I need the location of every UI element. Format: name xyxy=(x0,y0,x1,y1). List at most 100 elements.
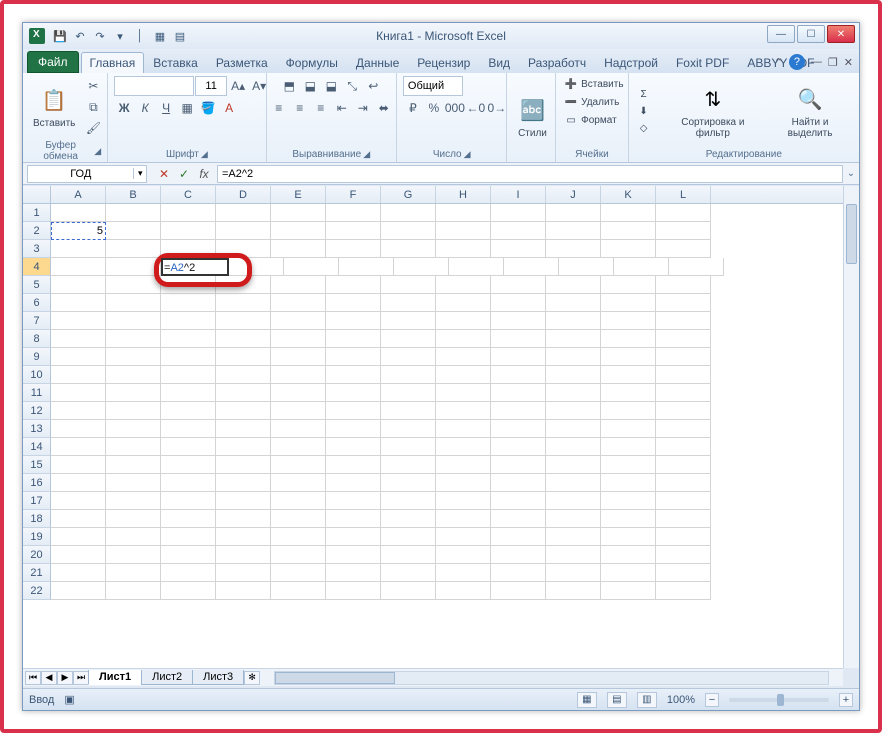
cell[interactable] xyxy=(106,546,161,564)
cell[interactable] xyxy=(601,384,656,402)
cell[interactable] xyxy=(436,240,491,258)
cell[interactable] xyxy=(161,348,216,366)
cell[interactable] xyxy=(271,222,326,240)
cell[interactable] xyxy=(106,402,161,420)
maximize-button[interactable]: ☐ xyxy=(797,25,825,43)
cell[interactable] xyxy=(271,294,326,312)
column-header[interactable]: B xyxy=(106,186,161,203)
macro-record-icon[interactable]: ▣ xyxy=(64,693,74,706)
cell[interactable] xyxy=(326,456,381,474)
cell[interactable] xyxy=(326,492,381,510)
cell[interactable] xyxy=(106,564,161,582)
row-header[interactable]: 17 xyxy=(23,492,51,510)
cell[interactable] xyxy=(381,222,436,240)
cell[interactable] xyxy=(601,402,656,420)
cell[interactable] xyxy=(51,582,106,600)
name-box[interactable]: ▾ xyxy=(27,165,147,183)
cell[interactable] xyxy=(656,474,711,492)
cell[interactable] xyxy=(106,474,161,492)
cell[interactable] xyxy=(436,510,491,528)
cell[interactable] xyxy=(546,492,601,510)
cell[interactable] xyxy=(491,456,546,474)
cell[interactable] xyxy=(546,366,601,384)
cell[interactable] xyxy=(656,240,711,258)
cell[interactable] xyxy=(436,294,491,312)
tab-formulas[interactable]: Формулы xyxy=(277,52,347,73)
column-header[interactable]: E xyxy=(271,186,326,203)
cell[interactable] xyxy=(436,438,491,456)
cell[interactable] xyxy=(601,528,656,546)
fx-icon[interactable]: fx xyxy=(195,165,213,183)
cell[interactable] xyxy=(271,402,326,420)
paste-button[interactable]: 📋 Вставить xyxy=(29,84,79,131)
cell[interactable] xyxy=(491,240,546,258)
borders-icon[interactable]: ▦ xyxy=(177,98,197,118)
cell[interactable] xyxy=(491,222,546,240)
cell[interactable] xyxy=(546,420,601,438)
cell[interactable] xyxy=(656,384,711,402)
cell[interactable] xyxy=(216,420,271,438)
cell[interactable] xyxy=(51,510,106,528)
mdi-restore-icon[interactable]: ❐ xyxy=(828,56,838,69)
cell[interactable] xyxy=(161,276,216,294)
cell[interactable] xyxy=(436,384,491,402)
mdi-close-icon[interactable]: ✕ xyxy=(844,56,853,69)
cell[interactable] xyxy=(326,546,381,564)
cell[interactable] xyxy=(381,366,436,384)
fill-color-icon[interactable]: 🪣 xyxy=(198,98,218,118)
cell[interactable] xyxy=(491,330,546,348)
cell[interactable] xyxy=(656,402,711,420)
cell[interactable] xyxy=(106,384,161,402)
cell[interactable] xyxy=(106,204,161,222)
cell[interactable] xyxy=(271,312,326,330)
redo-icon[interactable]: ↷ xyxy=(91,27,109,45)
cell[interactable] xyxy=(601,330,656,348)
cell[interactable] xyxy=(106,438,161,456)
cell[interactable] xyxy=(504,258,559,276)
align-middle-icon[interactable]: ⬓ xyxy=(300,76,320,96)
cell[interactable] xyxy=(449,258,504,276)
cell[interactable] xyxy=(216,366,271,384)
sheet-nav-prev-icon[interactable]: ◀ xyxy=(41,671,57,685)
cell[interactable] xyxy=(51,438,106,456)
cell[interactable] xyxy=(601,438,656,456)
cell[interactable] xyxy=(491,312,546,330)
tab-addins[interactable]: Надстрой xyxy=(595,52,667,73)
delete-cells-button[interactable]: ➖Удалить xyxy=(562,94,621,110)
cell[interactable] xyxy=(656,492,711,510)
number-format-dropdown[interactable]: Общий xyxy=(403,76,463,96)
cell[interactable] xyxy=(601,546,656,564)
cell[interactable] xyxy=(381,348,436,366)
cell[interactable] xyxy=(161,546,216,564)
cell[interactable] xyxy=(656,348,711,366)
cell[interactable] xyxy=(271,384,326,402)
cell[interactable] xyxy=(436,546,491,564)
cancel-icon[interactable]: ✕ xyxy=(155,165,173,183)
decrease-decimal-icon[interactable]: 0→ xyxy=(487,98,507,118)
cell[interactable] xyxy=(51,312,106,330)
cell[interactable] xyxy=(161,474,216,492)
align-top-icon[interactable]: ⬒ xyxy=(279,76,299,96)
cell[interactable] xyxy=(491,438,546,456)
cell[interactable] xyxy=(216,582,271,600)
file-tab[interactable]: Файл xyxy=(27,51,79,73)
cell[interactable] xyxy=(381,384,436,402)
cell[interactable] xyxy=(656,528,711,546)
mdi-minimize-icon[interactable]: — xyxy=(811,56,822,68)
cell[interactable] xyxy=(326,564,381,582)
cell[interactable] xyxy=(216,402,271,420)
cell[interactable] xyxy=(601,240,656,258)
increase-indent-icon[interactable]: ⇥ xyxy=(353,98,373,118)
sheet-nav-first-icon[interactable]: ⏮ xyxy=(25,671,41,685)
cell[interactable] xyxy=(106,222,161,240)
cell[interactable] xyxy=(491,510,546,528)
cell[interactable] xyxy=(491,384,546,402)
cell[interactable] xyxy=(216,456,271,474)
comma-icon[interactable]: 000 xyxy=(445,98,465,118)
tab-foxit[interactable]: Foxit PDF xyxy=(667,52,738,73)
column-header[interactable]: F xyxy=(326,186,381,203)
cell[interactable] xyxy=(271,456,326,474)
cell[interactable] xyxy=(326,402,381,420)
cell[interactable] xyxy=(491,348,546,366)
cell[interactable] xyxy=(106,366,161,384)
